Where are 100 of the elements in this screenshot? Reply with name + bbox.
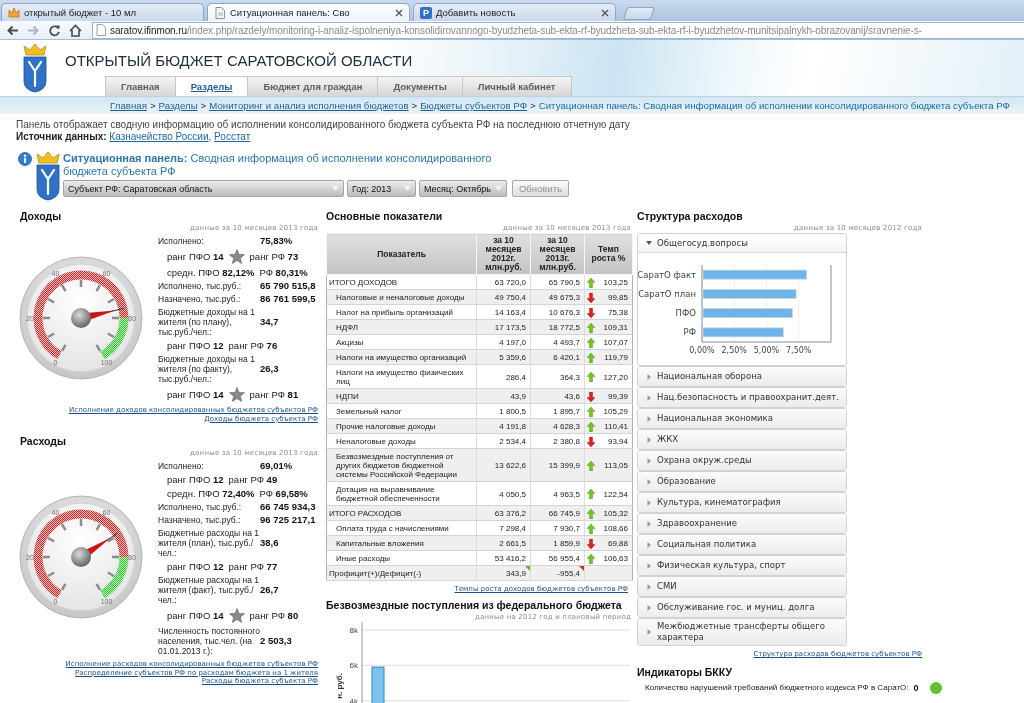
close-icon[interactable] <box>601 8 609 17</box>
breadcrumb-current: Ситуационная панель: Сводная информация об исполнении консолидированного бюджета субъекта РФ <box>538 100 1010 111</box>
stat-label: Исполнено: <box>158 236 205 246</box>
back-arrow-icon[interactable] <box>6 23 19 37</box>
rank-text: ранг РФ 73 <box>249 251 299 262</box>
average-text: РФ 80,31% <box>259 267 308 278</box>
accordion-header[interactable]: Национальная оборона <box>638 367 846 386</box>
accordion-header[interactable]: Социальная политика <box>638 535 846 554</box>
nav-tab[interactable]: Бюджет для граждан <box>247 76 379 96</box>
table-cell: Иные расходы <box>326 550 477 566</box>
rate-value: 109,31 <box>603 323 628 332</box>
accordion-header[interactable]: Обслуживание гос. и муниц. долга <box>638 598 846 617</box>
rank-text: ранг ПФО 12 <box>167 340 224 351</box>
caret-icon <box>646 520 652 527</box>
breadcrumb-link[interactable]: Главная <box>110 100 147 111</box>
table-cell: 7 298,4 <box>476 520 531 536</box>
close-icon[interactable] <box>395 8 403 17</box>
category-label: СаратО план <box>638 288 696 299</box>
breadcrumb-link[interactable]: Мониторинг и анализ исполнения бюджетов <box>209 100 409 111</box>
rate-value: 119,79 <box>604 353 628 362</box>
accordion-header[interactable]: Нац.безопасность и правоохранит.деят. <box>638 388 846 407</box>
nav-tab[interactable]: Личный кабинет <box>461 76 572 96</box>
rate-value: 107,07 <box>603 338 628 347</box>
column-header: за 10 месяцев 2013г. млн.руб. <box>530 233 585 275</box>
table-cell: Налоги на имущество организаций <box>326 349 477 365</box>
tick-label: 0,00% <box>689 346 715 355</box>
accordion-header[interactable]: Культура, кинематография <box>638 493 846 512</box>
table-cell: Земельный налог <box>326 403 477 419</box>
breadcrumb-link[interactable]: Бюджеты субъектов РФ <box>420 100 527 111</box>
indicator-label: Количество нарушений требований бюджетного кодекса РФ в СаратО: <box>645 682 909 693</box>
browser-tab[interactable]: открытый бюджет - 10 мл <box>1 3 204 21</box>
table-cell: 2 534,4 <box>476 433 531 449</box>
nav-tab[interactable]: Главная <box>105 76 176 96</box>
rate-value: 106,63 <box>603 554 628 563</box>
accordion-label: Социальная политика <box>657 539 757 550</box>
breadcrumb-separator: > <box>530 100 536 111</box>
accordion-header[interactable]: Охрана окруж.среды <box>638 451 846 470</box>
rank-text: ранг ПФО 14 <box>167 389 224 400</box>
chart-bar <box>371 666 385 703</box>
table-cell: 63 720,0 <box>476 274 531 290</box>
stat-value: 69,01% <box>260 461 294 471</box>
browser-tab[interactable]: Ситуационная панель: Сво <box>207 3 410 21</box>
info-icon <box>18 152 32 166</box>
table-cell: 56 955,4 <box>530 550 585 566</box>
table-cell: 18 772,5 <box>530 319 585 335</box>
table-cell: 53 416,2 <box>476 550 531 566</box>
accordion-header[interactable]: Образование <box>638 472 846 491</box>
rank-text: ранг ПФО 12 <box>167 474 224 485</box>
browser-tab[interactable]: P Добавить новость <box>413 3 616 21</box>
table-cell: 65 790,5 <box>530 274 585 290</box>
table-cell: 4 963,5 <box>530 481 585 506</box>
table-cell: 13 622,6 <box>476 448 531 482</box>
rank-text: ранг ПФО 14 <box>167 251 224 262</box>
stat-label: Исполнено, тыс.руб.: <box>158 502 243 512</box>
accordion-header[interactable]: Здравоохранение <box>638 514 846 533</box>
caret-icon <box>646 499 652 506</box>
accordion-header[interactable]: СМИ <box>638 577 846 596</box>
breadcrumb-link[interactable]: Разделы <box>158 100 198 111</box>
filter-select[interactable]: Месяц: Октябрь <box>419 180 507 197</box>
category-label: РФ <box>683 327 696 338</box>
filter-select[interactable]: Субъект РФ: Саратовская область <box>63 180 344 197</box>
table-cell: 17 173,5 <box>476 319 531 335</box>
caret-icon <box>646 436 652 443</box>
reload-icon[interactable] <box>48 23 61 37</box>
stat-value: 26,7 <box>260 585 280 595</box>
tab-title: Ситуационная панель: Сво <box>230 7 351 18</box>
table-cell: 1 800,5 <box>476 403 531 419</box>
stat-value: 86 761 599,5 <box>260 294 317 304</box>
table-cell: НДПИ <box>326 388 477 404</box>
accordion-label: ЖКХ <box>657 434 678 445</box>
rank-text: ранг ПФО 12 <box>167 561 224 572</box>
filter-select[interactable]: Год: 2013 <box>347 180 416 197</box>
rate-value: 93,94 <box>607 437 628 446</box>
accordion-header[interactable]: ЖКХ <box>638 430 846 449</box>
table-cell: 1 895,7 <box>530 403 585 419</box>
stat-value: 38,6 <box>260 538 280 548</box>
caret-icon <box>646 373 652 380</box>
url-text: saratov.ifinmon.ru/index.php/razdely/monitoring-i-analiz-ispolneniya-konsolidirovannogo-byudzheta-sub-ekta-rf-byudzheta-sub-ekta-rf-i-byudzhetov-munitsipalnykh-obrazovanij/sravnenie-s- <box>110 24 922 36</box>
address-field[interactable]: saratov.ifinmon.ru/index.php/razdely/monitoring-i-analiz-ispolneniya-konsolidirovannogo-byudzheta-sub-ekta-rf-byudzheta-sub-ekta-rf-i-byudzhetov-munitsipalnykh-obrazovanij/sravnenie-s- <box>92 21 1024 39</box>
nav-tab[interactable]: Документы <box>377 76 463 96</box>
accordion-header[interactable]: Физическая культура, спорт <box>638 556 846 575</box>
home-icon[interactable] <box>69 23 82 37</box>
table-cell: Прочие налоговые доходы <box>326 418 477 434</box>
accordion-label: Национальная экономика <box>657 413 773 424</box>
accordion-label: Образование <box>657 476 716 487</box>
source-link[interactable]: Росстат <box>214 131 251 142</box>
section-title: Основные показатели <box>326 210 444 223</box>
tick-label: 8k <box>349 625 358 635</box>
rate-value: 113,05 <box>604 461 628 470</box>
source-link[interactable]: Казначейство России <box>109 131 209 142</box>
stat-label: Исполнено, тыс.руб.: <box>158 281 243 291</box>
favicon-letter: P <box>420 6 432 19</box>
caret-icon <box>646 629 652 635</box>
accordion-header[interactable]: Национальная экономика <box>638 409 846 428</box>
accordion-header[interactable]: Общегосуд.вопросы <box>638 234 846 253</box>
category-label: СаратО факт <box>638 269 696 280</box>
rate-value: 108,66 <box>603 524 628 533</box>
accordion-header[interactable]: Межбюджетные трансферты общего характера <box>638 619 846 645</box>
category-label: ПФО <box>675 308 696 319</box>
crown-icon <box>8 6 20 19</box>
